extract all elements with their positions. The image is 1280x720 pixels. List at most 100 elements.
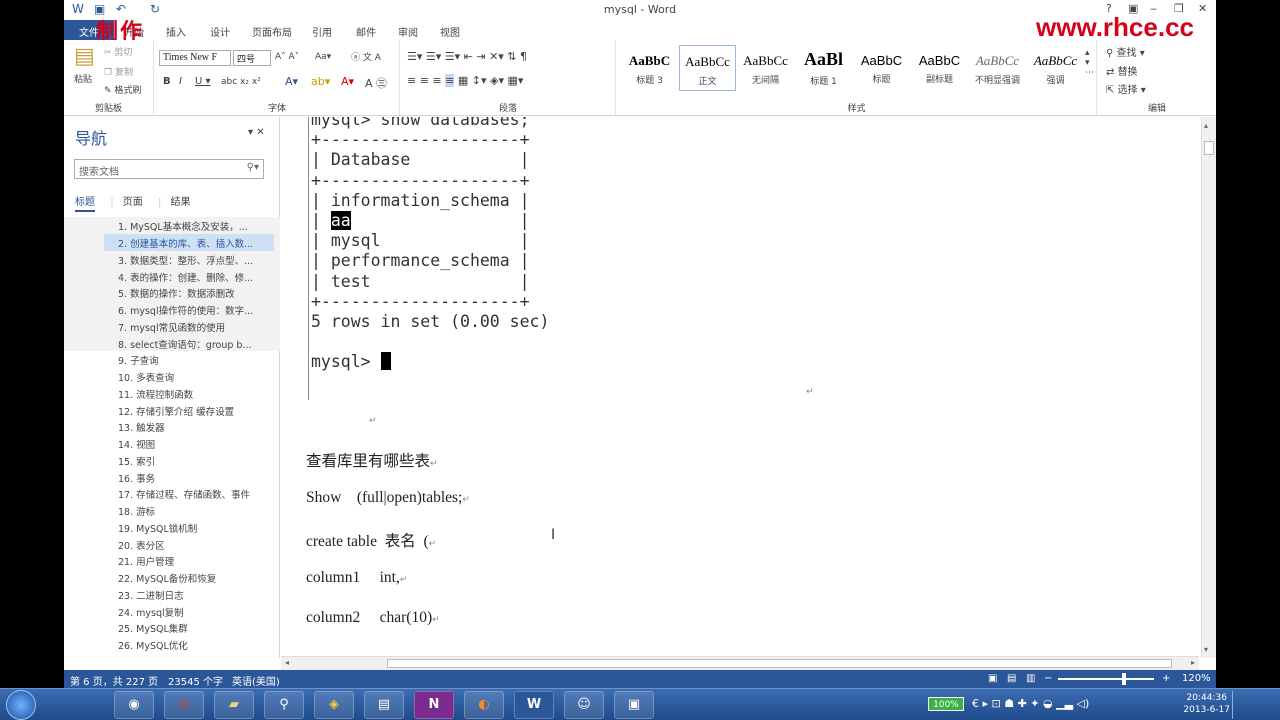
nav-item[interactable]: 18. 游标 (104, 502, 274, 519)
zoom-out-icon[interactable]: − (1044, 673, 1052, 684)
nav-item[interactable]: 20. 表分区 (104, 536, 274, 553)
terminal-app-icon[interactable]: ▤ (364, 691, 404, 719)
word-taskbar-icon[interactable]: W (514, 691, 554, 719)
hscroll-thumb[interactable] (387, 659, 1172, 668)
search-icon[interactable]: ⚲▾ (247, 162, 259, 173)
nav-item[interactable]: 24. mysql复制 (104, 603, 274, 620)
page-count[interactable]: 第 6 页，共 227 页 (70, 673, 158, 688)
nav-item[interactable]: 16. 事务 (104, 469, 274, 486)
change-case-button[interactable]: Aa▾ (315, 52, 331, 62)
nav-item-selected[interactable]: 2. 创建基本的库、表、插入数... (104, 234, 274, 251)
tab-review[interactable]: 审阅 (398, 24, 418, 39)
text-effects-icon[interactable]: A▾ (285, 75, 298, 88)
style-normal[interactable]: AaBbCc 正文 (679, 45, 736, 91)
nav-item[interactable]: 22. MySQL备份和恢复 (104, 569, 274, 586)
align-icons[interactable]: ≡ ≡ ≡ ≡ ▦ ↕▾ ◈▾ ▦▾ (407, 74, 523, 87)
strike-sub-sup-buttons[interactable]: abc x₂ x² (221, 77, 261, 87)
style-subtitle[interactable]: AaBbC 副标题 (911, 45, 968, 91)
style-subtle-emphasis[interactable]: AaBbCc 不明显强调 (969, 45, 1026, 91)
nav-item[interactable]: 23. 二进制日志 (104, 586, 274, 603)
nav-item[interactable]: 13. 触发器 (104, 418, 274, 435)
select-button[interactable]: ⇱ 选择 ▾ (1106, 81, 1146, 96)
tab-layout[interactable]: 页面布局 (252, 24, 292, 39)
char-shading-icon[interactable]: A ㊂ (365, 75, 387, 91)
zoom-slider[interactable] (1058, 678, 1154, 680)
scroll-down-icon[interactable]: ▾ (1204, 645, 1208, 654)
chrome-icon[interactable]: ◎ (164, 691, 204, 719)
taskbar-app-icon[interactable]: ◉ (114, 691, 154, 719)
nav-item[interactable]: 3. 数据类型：整形、浮点型、... (104, 251, 274, 268)
scroll-up-icon[interactable]: ▴ (1204, 121, 1208, 130)
zoom-in-icon[interactable]: + (1162, 673, 1170, 684)
bold-button[interactable]: B (163, 76, 171, 87)
tab-insert[interactable]: 插入 (166, 24, 186, 39)
nav-tab-results[interactable]: 结果 (171, 197, 191, 208)
tab-references[interactable]: 引用 (312, 24, 332, 39)
nav-item[interactable]: 15. 索引 (104, 452, 274, 469)
clock[interactable]: 20:44:36 2013-6-17 (1183, 692, 1230, 716)
battery-indicator[interactable]: 100% (928, 697, 964, 711)
font-name-select[interactable]: Times New F (159, 50, 231, 66)
style-no-spacing[interactable]: AaBbCc 无间隔 (737, 45, 794, 91)
doc-paragraph[interactable]: column1 int,↵ (306, 569, 407, 587)
style-heading3[interactable]: AaBbC 标题 3 (621, 45, 678, 91)
nav-item[interactable]: 25. MySQL集群 (104, 619, 274, 636)
nav-item[interactable]: 6. mysql操作符的使用：数字... (104, 301, 274, 318)
nav-search-input[interactable]: 搜索文档 ⚲▾ (74, 159, 264, 179)
nav-tab-headings[interactable]: 标题 (75, 197, 95, 212)
doc-paragraph[interactable]: column2 char(10)↵ (306, 609, 440, 627)
tab-mailings[interactable]: 邮件 (356, 24, 376, 39)
highlight-icon[interactable]: ab▾ (311, 75, 330, 88)
doc-paragraph[interactable]: 查看库里有哪些表↵ (306, 449, 438, 471)
styles-scroll-icon[interactable]: ▴ ▾ ⋯ (1085, 48, 1094, 78)
nav-item[interactable]: 14. 视图 (104, 435, 274, 452)
document-canvas[interactable]: mysql> show databases; +----------------… (281, 117, 1199, 658)
nav-options-icon[interactable]: ▾ ✕ (248, 127, 265, 138)
nav-item[interactable]: 11. 流程控制函数 (104, 385, 274, 402)
zoom-level[interactable]: 120% (1182, 673, 1211, 684)
folder-icon[interactable]: ▰ (214, 691, 254, 719)
search-app-icon[interactable]: ⚲ (264, 691, 304, 719)
font-color-icon[interactable]: A▾ (341, 75, 354, 88)
cut-button[interactable]: ✂ 剪切 (104, 45, 132, 58)
nav-item[interactable]: 7. mysql常见函数的使用 (104, 318, 274, 335)
style-emphasis[interactable]: AaBbCc 强调 (1027, 45, 1084, 91)
italic-button[interactable]: I (179, 76, 182, 87)
language[interactable]: 英语(美国) (232, 673, 280, 688)
close-button[interactable]: ✕ (1198, 2, 1207, 15)
paste-button[interactable]: 粘贴 (74, 72, 92, 85)
grow-font-button[interactable]: A˄ A˅ (275, 52, 299, 62)
paste-icon[interactable]: ▤ (74, 44, 95, 69)
find-button[interactable]: ⚲ 查找 ▾ (1106, 44, 1145, 59)
style-title[interactable]: AaBbC 标题 (853, 45, 910, 91)
zoom-thumb[interactable] (1122, 673, 1126, 685)
doc-paragraph[interactable]: create table 表名 (↵ (306, 529, 436, 551)
nav-item[interactable]: 9. 子查询 (104, 351, 274, 368)
nav-item[interactable]: 21. 用户管理 (104, 552, 274, 569)
nav-item[interactable]: 8. select查询语句：group b... (104, 335, 274, 352)
replace-button[interactable]: ⇄ 替换 (1106, 63, 1138, 78)
style-heading1[interactable]: AaBl 标题 1 (795, 45, 852, 91)
onenote-icon[interactable]: N (414, 691, 454, 719)
scroll-thumb[interactable] (1204, 141, 1214, 155)
tab-view[interactable]: 视图 (440, 24, 460, 39)
show-desktop-button[interactable] (1232, 691, 1240, 719)
nav-tab-pages[interactable]: 页面 (123, 197, 143, 208)
clear-format-icon[interactable]: ⓐ 文 A (351, 50, 381, 63)
view-buttons[interactable]: ▣ ▤ ▥ (988, 673, 1035, 684)
nav-item[interactable]: 12. 存储引擎介绍 缓存设置 (104, 402, 274, 419)
scroll-left-icon[interactable]: ◂ (285, 658, 289, 667)
copy-button[interactable]: ❐ 复制 (104, 65, 133, 78)
qq-icon[interactable]: ☺ (564, 691, 604, 719)
underline-button[interactable]: U ▾ (195, 76, 211, 87)
nav-item[interactable]: 4. 表的操作：创建、删除、修... (104, 268, 274, 285)
tab-design[interactable]: 设计 (210, 24, 230, 39)
tray-icons[interactable]: € ▸ ⊡ ☗ ✚ ✦ ◒ ▁▃ ◁) (972, 697, 1089, 710)
nav-item[interactable]: 26. MySQL优化 (104, 636, 274, 653)
firefox-icon[interactable]: ◐ (464, 691, 504, 719)
vertical-scrollbar[interactable]: ▴ ▾ (1201, 117, 1216, 658)
start-button[interactable] (6, 690, 36, 720)
font-size-select[interactable]: 四号 (233, 50, 271, 66)
bullets-icon[interactable]: ☰▾ ☰▾ ☰▾ ⇤ ⇥ ✕▾ ⇅ ¶ (407, 50, 527, 63)
network-app-icon[interactable]: ▣ (614, 691, 654, 719)
